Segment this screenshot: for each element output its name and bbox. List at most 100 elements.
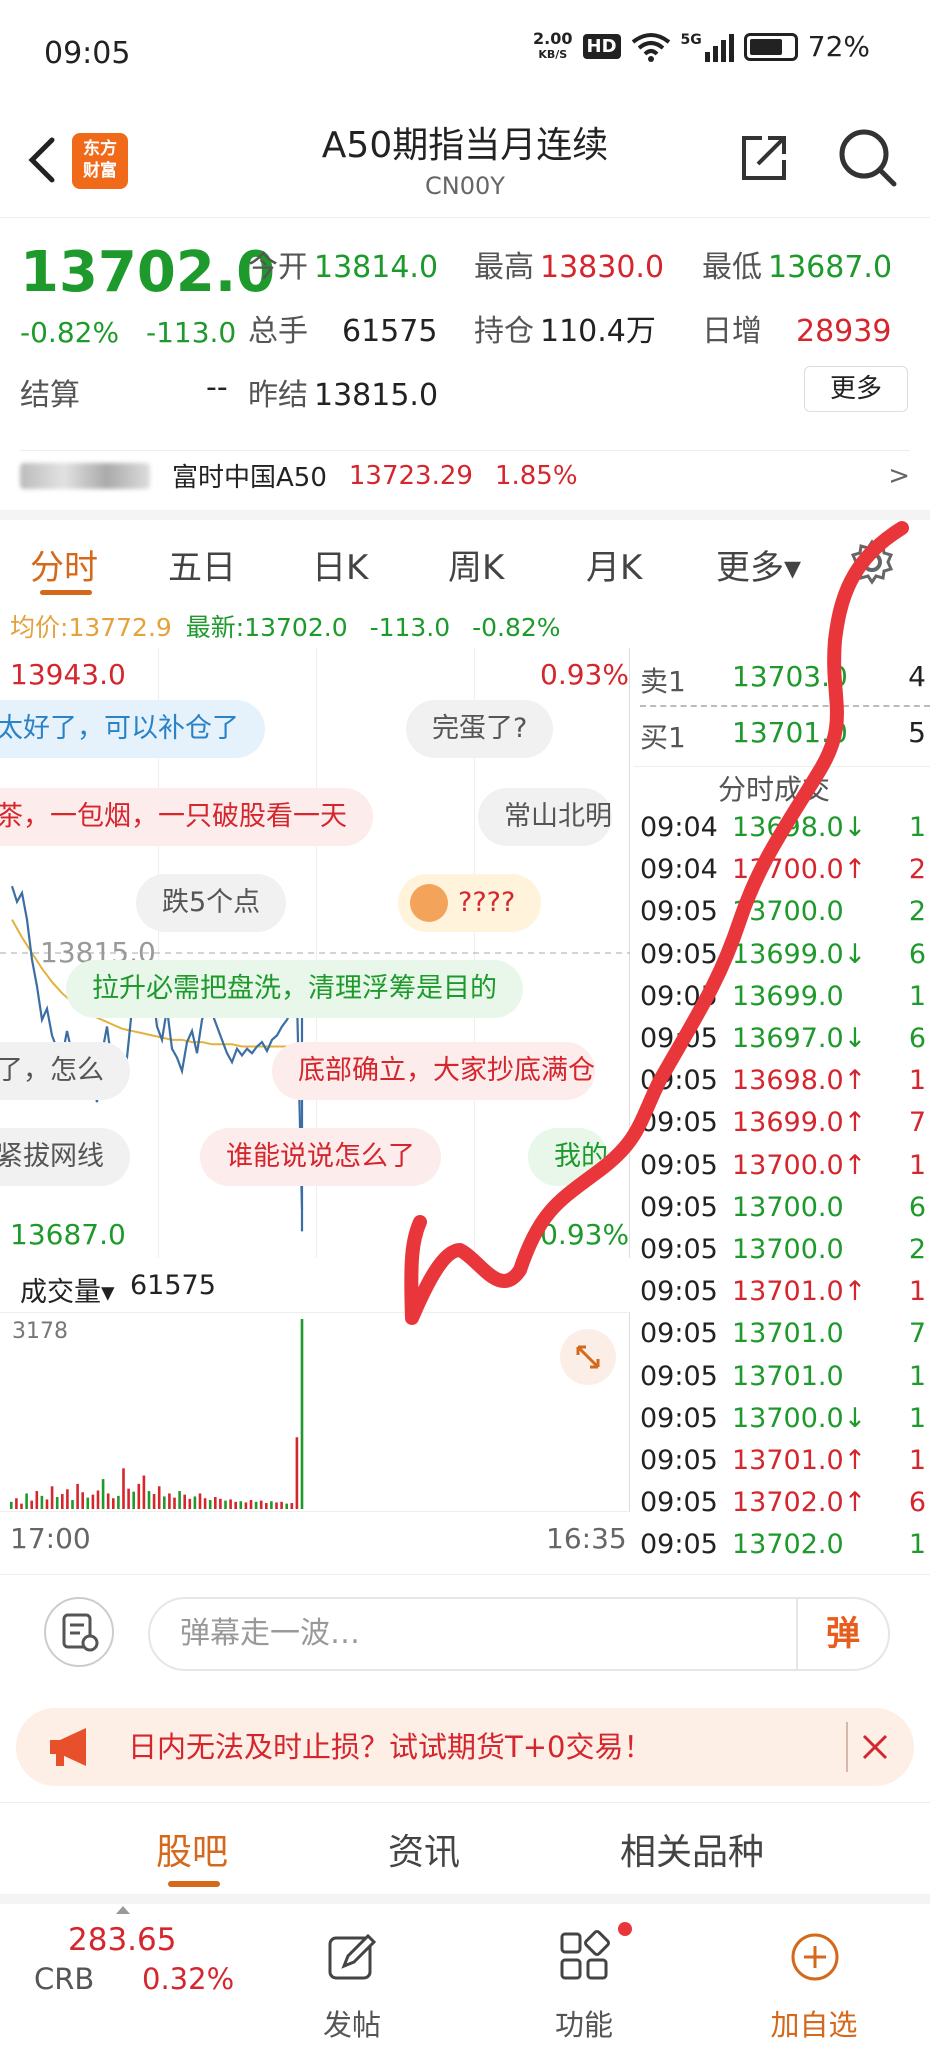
megaphone-icon — [50, 1728, 86, 1766]
close-icon[interactable] — [846, 1722, 896, 1772]
tick-price: 13701.0 — [732, 1318, 844, 1350]
more-button[interactable]: 更多 — [804, 366, 908, 412]
notes-icon[interactable] — [44, 1597, 114, 1667]
tick-row: 09:05 13700.0 2 — [640, 896, 930, 938]
signal-icon: 5G — [681, 32, 734, 62]
tab-news[interactable]: 资讯 — [388, 1823, 460, 1875]
status-time: 09:05 — [44, 36, 131, 71]
related-index-row[interactable]: 富时中国A50 13723.29 1.85% > — [20, 450, 910, 500]
volume-bar — [25, 1493, 28, 1509]
related-pct: 1.85% — [494, 460, 578, 491]
book-divider — [640, 705, 930, 707]
tab-intraday[interactable]: 分时 — [30, 540, 98, 589]
expand-button[interactable] — [560, 1329, 616, 1385]
x-end-label: 16:35 — [546, 1522, 627, 1555]
volume-bar — [239, 1501, 243, 1509]
net-speed-unit: KB/S — [538, 47, 568, 61]
tick-volume: 6 — [908, 1191, 926, 1223]
danmu-bubble[interactable]: 完蛋了? — [406, 700, 554, 758]
chevron-right-icon: > — [888, 460, 910, 491]
tab-monthly-k[interactable]: 月K — [586, 540, 642, 589]
danmu-bubble[interactable]: ???? — [398, 874, 542, 932]
volume-bar — [208, 1500, 212, 1509]
tab-weekly-k[interactable]: 周K — [448, 540, 504, 589]
info-pct: -0.82% — [472, 613, 561, 642]
comment-bar: 弹幕走一波… 弹 — [0, 1574, 930, 1684]
tick-time: 09:05 — [640, 1318, 718, 1350]
share-icon[interactable] — [736, 130, 792, 186]
danmu-bubble[interactable]: 跌5个点 — [136, 874, 287, 932]
related-price: 13723.29 — [348, 460, 473, 491]
tick-row: 09:05 13699.0↓ 6 — [640, 939, 930, 981]
signal-label: 5G — [680, 31, 702, 48]
tick-price: 13700.0 — [732, 1234, 844, 1265]
tick-volume: 6 — [908, 938, 926, 970]
tab-related[interactable]: 相关品种 — [620, 1823, 764, 1875]
danmu-bubble[interactable]: 紧拔网线 — [0, 1128, 130, 1186]
danmu-send-button[interactable]: 弹 — [796, 1597, 888, 1671]
related-name: 富时中国A50 — [172, 463, 327, 493]
nav-add-label: 加自选 — [770, 2008, 858, 2042]
tick-price: 13702.0↑ — [732, 1487, 867, 1519]
danmu-bubble[interactable]: 谁能说说怎么了 — [200, 1128, 441, 1186]
danmu-bubble[interactable]: 太好了，可以补仓了 — [0, 700, 265, 758]
tick-row: 09:05 13700.0↓ 1 — [640, 1403, 930, 1445]
chart-info-line: 均价:13772.9 最新:13702.0 -113.0 -0.82% — [0, 600, 930, 644]
expand-icon — [576, 1345, 600, 1369]
tick-price: 13700.0↑ — [732, 1149, 867, 1181]
tab-five-day[interactable]: 五日 — [168, 540, 236, 589]
danmu-bubble[interactable]: 拉升必需把盘洗，清理浮筹是目的 — [66, 960, 523, 1018]
danmu-bubble[interactable]: 了，怎么 — [0, 1042, 130, 1100]
tick-row: 09:05 13700.0 6 — [640, 1192, 930, 1234]
danmu-input[interactable]: 弹幕走一波… 弹 — [148, 1597, 890, 1671]
tab-more[interactable]: 更多▾ — [716, 540, 801, 589]
tick-row: 09:05 13700.0 2 — [640, 1234, 930, 1276]
promo-banner[interactable]: 日内无法及时止损？试试期货T+0交易！ — [16, 1708, 914, 1786]
danmu-bubble[interactable]: 我的 — [528, 1128, 608, 1186]
intraday-chart[interactable]: 13943.0 0.93% 13815.0 13687.0 -0.93% 太好了… — [0, 648, 630, 1260]
danmu-bubble[interactable]: 常山北明 — [478, 788, 612, 846]
tab-daily-k[interactable]: 日K — [312, 540, 368, 589]
tick-volume: 1 — [908, 812, 926, 843]
bottom-nav: 283.65 CRB 0.32% 发帖 功能 加自选 — [0, 1894, 930, 2048]
danmu-bubble[interactable]: 底部确立，大家抄底满仓 — [272, 1042, 595, 1100]
tab-forum[interactable]: 股吧 — [156, 1823, 228, 1875]
content-tabs: 股吧 资讯 相关品种 — [0, 1802, 930, 1892]
volume-bar — [66, 1489, 69, 1509]
danmu-bubble[interactable]: 茶，一包烟，一只破股看一天 — [0, 788, 373, 846]
tick-volume: 1 — [908, 1402, 926, 1434]
prev-settle-label: 昨结 — [248, 378, 308, 413]
search-icon[interactable] — [836, 126, 900, 190]
volume-bar — [40, 1495, 44, 1509]
settle-label: 结算 — [20, 378, 80, 413]
low-cell: 最低 13687.0 — [702, 242, 892, 286]
change-amount: -113.0 — [145, 316, 237, 349]
avg-value: 13772.9 — [68, 613, 172, 642]
settle-cell: 结算 — [20, 370, 86, 414]
crb-pct: 0.32% — [142, 1962, 235, 1996]
gear-icon[interactable] — [848, 538, 896, 586]
volume-label: 总手 — [248, 314, 308, 349]
buy-1-row: 买1 13701.0 5 — [640, 716, 930, 758]
danmu-text: ???? — [458, 887, 516, 918]
tick-row: 09:05 13698.0↑ 1 — [640, 1065, 930, 1107]
volume-dropdown[interactable]: 成交量▾ — [20, 1270, 115, 1309]
volume-bar — [178, 1491, 181, 1509]
promo-text: 日内无法及时止损？试试期货T+0交易！ — [128, 1730, 653, 1764]
wifi-icon — [631, 32, 670, 62]
tick-row: 09:05 13701.0↑ 1 — [640, 1276, 930, 1318]
chart-tabs: 分时 五日 日K 周K 月K 更多▾ — [0, 510, 930, 595]
volume-bar — [30, 1500, 33, 1509]
tick-price: 13699.0↓ — [732, 938, 867, 970]
quote-panel: 13702.0 -0.82% -113.0 今开 13814.0 最高 13830.… — [0, 218, 930, 508]
open-value: 13814.0 — [314, 250, 439, 285]
volume-bar — [198, 1493, 202, 1509]
volume-bar — [224, 1500, 227, 1509]
oi-value: 110.4万 — [540, 314, 656, 349]
tick-volume: 7 — [908, 1318, 926, 1350]
open-cell: 今开 13814.0 — [248, 242, 438, 286]
volume-bar — [280, 1501, 283, 1509]
x-start-label: 17:00 — [10, 1522, 91, 1555]
tick-time: 09:05 — [640, 1023, 718, 1054]
low-value: 13687.0 — [768, 250, 893, 285]
